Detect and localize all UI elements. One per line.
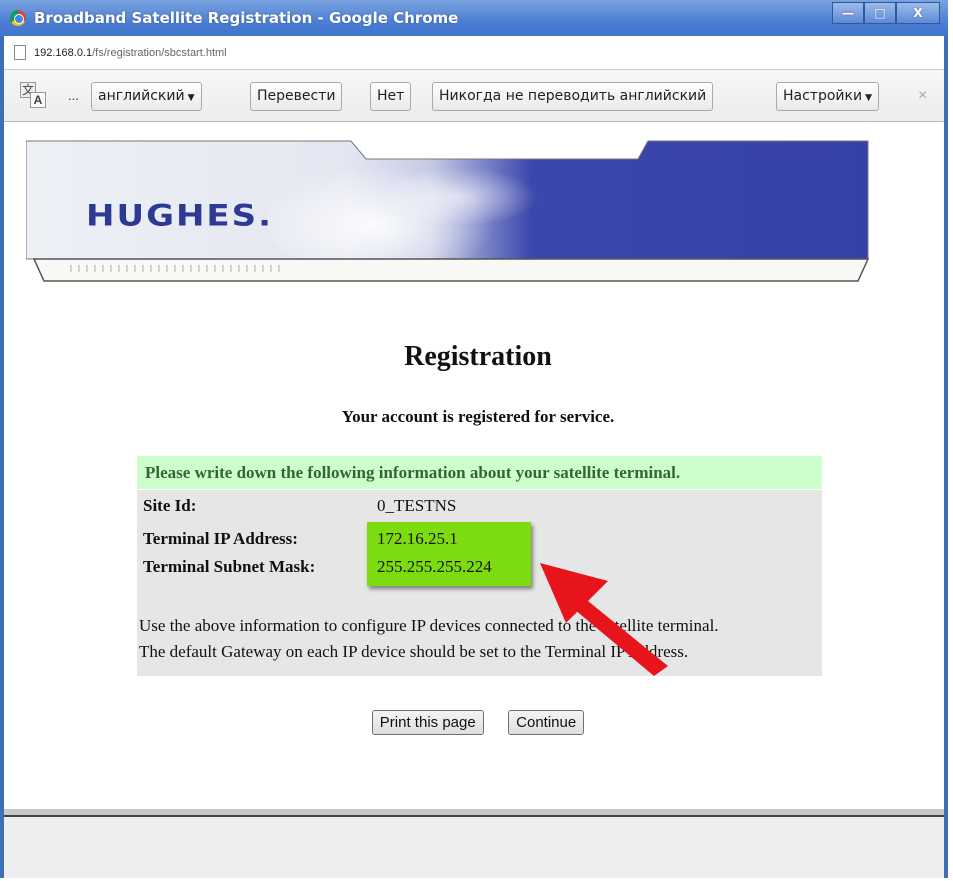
info-header: Please write down the following informat… [137, 456, 822, 489]
chevron-down-icon: ▼ [865, 93, 872, 103]
chevron-down-icon: ▼ [187, 93, 195, 103]
hughes-banner: HUGHES. [26, 139, 874, 291]
terminal-info-panel: Site Id: 0_TESTNS Terminal IP Address: 1… [137, 490, 822, 676]
config-note: Use the above information to configure I… [139, 613, 824, 665]
terminal-ip-value: 172.16.25.1 [377, 529, 458, 548]
terminal-ip-label: Terminal IP Address: [143, 529, 298, 548]
hughes-logo: HUGHES. [86, 199, 274, 233]
page-icon [14, 45, 26, 60]
status-bar [4, 809, 944, 878]
page-content: HUGHES. Registration Your account is reg… [4, 123, 944, 809]
translate-button[interactable]: Перевести [250, 82, 343, 111]
registration-status: Your account is registered for service. [341, 407, 615, 426]
translate-icon: 文 A [20, 82, 46, 108]
no-button[interactable]: Нет [370, 82, 412, 111]
never-translate-button[interactable]: Никогда не переводить английский [432, 82, 714, 111]
action-buttons: Print this page Continue [4, 710, 952, 735]
close-window-button[interactable]: X [896, 2, 940, 24]
subnet-mask-label: Terminal Subnet Mask: [143, 557, 316, 576]
window-title: Broadband Satellite Registration - Googl… [34, 9, 459, 27]
config-note-line-1: Use the above information to configure I… [139, 616, 719, 635]
site-id-value: 0_TESTNS [377, 496, 457, 515]
page-title: Registration [404, 341, 552, 372]
settings-dropdown[interactable]: Настройки ▼ [776, 82, 879, 111]
language-dropdown[interactable]: английский ▼ [91, 82, 202, 111]
chrome-logo-icon [10, 10, 26, 26]
language-dropdown-label: английский [98, 88, 185, 104]
translate-infobar: 文 A ... английский ▼ Перевести Нет Никогд… [4, 70, 944, 122]
address-bar[interactable]: 192.168.0.1/fs/registration/sbcstart.htm… [4, 36, 944, 70]
subnet-mask-value: 255.255.255.224 [377, 557, 492, 576]
url-host: 192.168.0.1 [34, 47, 93, 59]
config-note-line-2: The default Gateway on each IP device sh… [139, 642, 689, 661]
url-path: /fs/registration/sbcstart.html [92, 47, 227, 59]
print-page-button[interactable]: Print this page [371, 710, 484, 735]
continue-button[interactable]: Continue [508, 710, 585, 735]
minimize-button[interactable]: — [832, 2, 864, 24]
title-bar[interactable]: Broadband Satellite Registration - Googl… [0, 0, 948, 36]
ellipsis-text: ... [68, 88, 79, 103]
browser-window: Broadband Satellite Registration - Googl… [0, 0, 948, 878]
window-controls: — □ X [832, 2, 940, 24]
settings-dropdown-label: Настройки [783, 88, 863, 104]
site-id-label: Site Id: [143, 496, 197, 515]
close-infobar-icon[interactable]: × [918, 87, 927, 105]
maximize-button[interactable]: □ [864, 2, 896, 24]
translate-glyph-target: A [30, 92, 46, 108]
